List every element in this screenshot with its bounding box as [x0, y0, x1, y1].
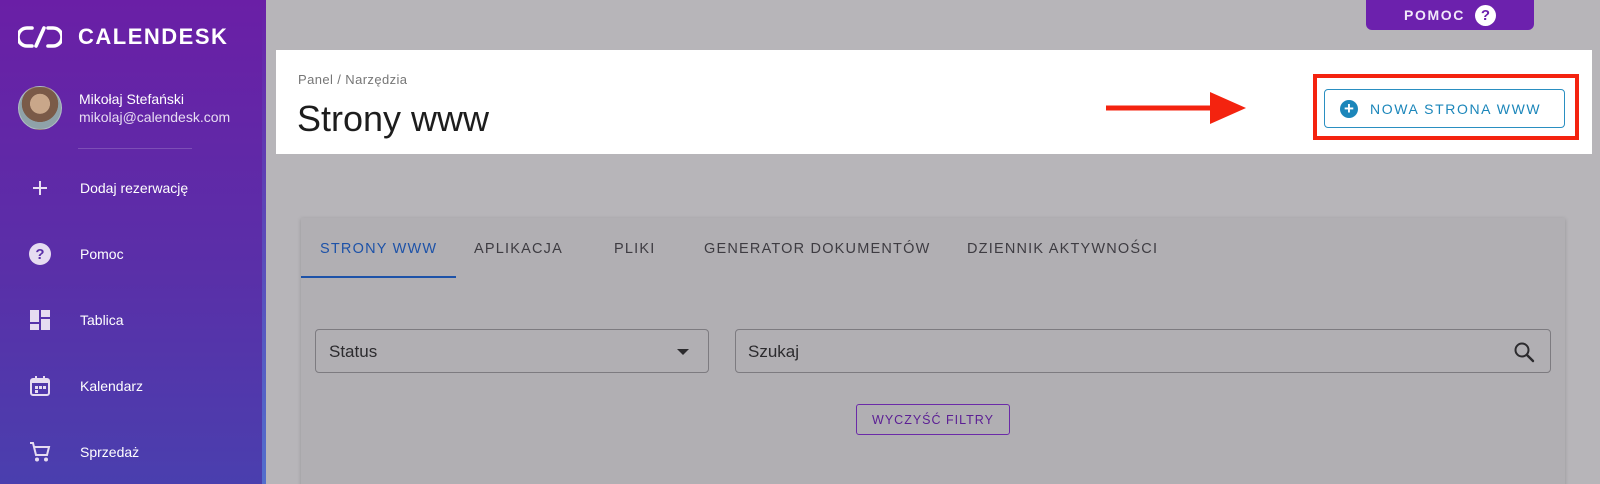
status-select-label: Status: [329, 342, 378, 361]
sidebar-item-label: Pomoc: [80, 246, 124, 262]
tab-application[interactable]: APLIKACJA: [474, 241, 563, 257]
user-name: Mikołaj Stefański: [79, 91, 185, 107]
help-circle-icon: ?: [28, 242, 52, 266]
svg-text:?: ?: [35, 246, 44, 263]
question-icon: ?: [1474, 4, 1496, 26]
search-field[interactable]: [735, 329, 1551, 373]
user-profile[interactable]: Mikołaj Stefański mikolaj@calendesk.com: [18, 86, 230, 130]
new-website-button-label: NOWA STRONA WWW: [1370, 100, 1542, 117]
sidebar-item-dashboard[interactable]: Tablica: [0, 300, 262, 340]
avatar: [18, 86, 62, 130]
page-title: Strony www: [297, 98, 490, 139]
help-button-label: POMOC: [1404, 7, 1465, 23]
calendesk-logo-icon: [18, 26, 62, 48]
tab-document-generator[interactable]: GENERATOR DOKUMENTÓW: [704, 241, 930, 257]
tab-files[interactable]: PLIKI: [614, 241, 655, 257]
clear-filters-button[interactable]: WYCZYŚĆ FILTRY: [856, 404, 1010, 435]
sidebar-item-label: Sprzedaż: [80, 444, 140, 460]
sidebar-item-label: Dodaj rezerwację: [80, 180, 189, 196]
sidebar: CALENDESK Mikołaj Stefański mikolaj@cale…: [0, 0, 266, 484]
breadcrumb: Panel / Narzędzia: [298, 72, 408, 87]
brand-name: CALENDESK: [78, 24, 229, 49]
search-input[interactable]: [748, 340, 1468, 364]
sidebar-divider: [78, 148, 192, 149]
sidebar-item-calendar[interactable]: Kalendarz: [0, 366, 262, 406]
active-tab-indicator: [301, 276, 456, 278]
plus-icon: [28, 176, 52, 200]
tab-bar: STRONY WWW APLIKACJA PLIKI GENERATOR DOK…: [301, 218, 1201, 280]
cart-icon: [28, 440, 52, 464]
plus-circle-icon: +: [1340, 99, 1358, 118]
user-email: mikolaj@calendesk.com: [79, 109, 231, 125]
sidebar-item-label: Kalendarz: [80, 378, 144, 394]
sidebar-item-help[interactable]: ? Pomoc: [0, 234, 262, 274]
caret-down-icon: [677, 349, 689, 355]
help-button[interactable]: POMOC ?: [1366, 0, 1534, 30]
sidebar-item-label: Tablica: [80, 312, 124, 328]
calendar-icon: [28, 374, 52, 398]
content-card: STRONY WWW APLIKACJA PLIKI GENERATOR DOK…: [301, 218, 1565, 484]
sidebar-item-sales[interactable]: Sprzedaż: [0, 432, 262, 472]
tab-websites[interactable]: STRONY WWW: [320, 241, 437, 257]
status-select[interactable]: Status: [315, 329, 709, 373]
new-website-button[interactable]: + NOWA STRONA WWW: [1324, 89, 1565, 128]
search-icon[interactable]: [1512, 340, 1536, 364]
dashboard-icon: [28, 308, 52, 332]
clear-filters-label: WYCZYŚĆ FILTRY: [872, 412, 994, 427]
brand-logo[interactable]: CALENDESK: [18, 24, 228, 50]
arrow-right-icon: [1106, 92, 1246, 124]
sidebar-item-add-booking[interactable]: Dodaj rezerwację: [0, 168, 262, 208]
tab-activity-log[interactable]: DZIENNIK AKTYWNOŚCI: [967, 241, 1158, 257]
